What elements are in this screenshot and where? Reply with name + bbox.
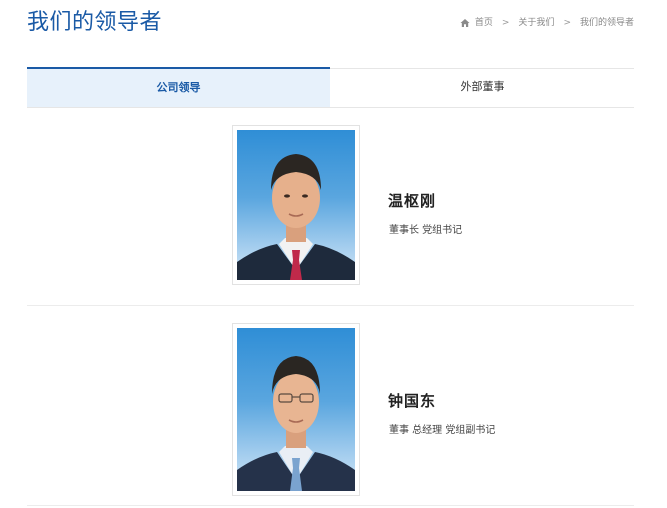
tab-external-directors[interactable]: 外部董事 xyxy=(331,67,634,107)
leader-title: 董事长 党组书记 xyxy=(389,225,463,236)
breadcrumb-separator: > xyxy=(501,18,510,28)
leader-photo xyxy=(237,328,355,491)
leader-card: 温枢刚 董事长 党组书记 xyxy=(27,108,634,305)
leader-card: 钟国东 董事 总经理 党组副书记 xyxy=(27,306,634,505)
page-title: 我们的领导者 xyxy=(27,10,163,35)
page: 我们的领导者 首页 > 关于我们 > 我们的领导者 公司领导 外部董事 温枢刚 … xyxy=(0,0,667,508)
breadcrumb-separator: > xyxy=(563,18,571,28)
breadcrumb-home[interactable]: 首页 xyxy=(475,16,493,30)
leader-photo-frame xyxy=(232,323,360,496)
leader-photo xyxy=(237,130,355,280)
row-divider xyxy=(27,505,634,506)
home-icon[interactable] xyxy=(460,18,470,28)
leader-photo-frame xyxy=(232,125,360,285)
breadcrumb-about[interactable]: 关于我们 xyxy=(518,16,554,30)
leader-title: 董事 总经理 党组副书记 xyxy=(389,425,496,436)
breadcrumb: 首页 > 关于我们 > 我们的领导者 xyxy=(460,16,634,30)
leader-name: 钟国东 xyxy=(388,392,437,410)
breadcrumb-current: 我们的领导者 xyxy=(579,18,634,28)
tab-company-leaders[interactable]: 公司领导 xyxy=(27,67,330,107)
leader-name: 温枢刚 xyxy=(388,192,437,210)
